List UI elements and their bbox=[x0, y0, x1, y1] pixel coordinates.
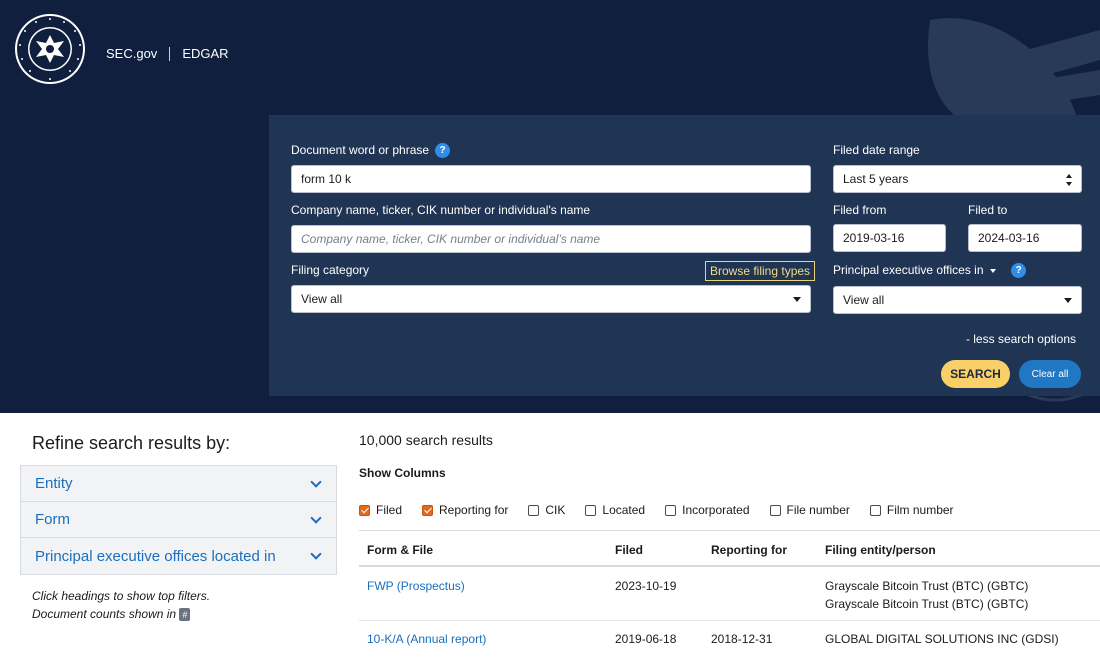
help-icon[interactable]: ? bbox=[435, 143, 451, 159]
checkbox-icon[interactable] bbox=[665, 504, 677, 516]
column-toggle-located[interactable]: Located bbox=[585, 503, 645, 517]
doc-word-input[interactable]: form 10 k bbox=[291, 165, 811, 193]
refine-title: Refine search results by: bbox=[32, 433, 231, 453]
form-file-link[interactable]: FWP (Prospectus) bbox=[367, 579, 465, 593]
results-table: Form & File Filed Reporting for Filing e… bbox=[359, 530, 1100, 661]
column-toggle-label: Filed bbox=[376, 503, 403, 517]
help-icon[interactable]: ? bbox=[1011, 263, 1027, 279]
doc-word-label: Document word or phrase? bbox=[291, 143, 451, 159]
header-entity[interactable]: Filing entity/person bbox=[825, 543, 936, 557]
edgar-link[interactable]: EDGAR bbox=[182, 46, 228, 61]
filed-from-label: Filed from bbox=[833, 203, 887, 217]
entity-name: GLOBAL DIGITAL SOLUTIONS INC (GDSI) bbox=[825, 632, 1059, 646]
browse-filing-types-button[interactable]: Browse filing types bbox=[705, 261, 816, 281]
caret-down-icon bbox=[793, 297, 801, 302]
checkbox-icon[interactable] bbox=[585, 504, 597, 516]
table-header: Form & File Filed Reporting for Filing e… bbox=[359, 530, 1100, 567]
facet-hint: Click headings to show top filters. Docu… bbox=[32, 587, 210, 623]
table-row: FWP (Prospectus) 2023-10-19 Grayscale Bi… bbox=[359, 567, 1100, 621]
column-toggle-file-number[interactable]: File number bbox=[769, 503, 850, 517]
company-label: Company name, ticker, CIK number or indi… bbox=[291, 203, 591, 217]
header-filed[interactable]: Filed bbox=[615, 543, 643, 557]
filed-date: 2023-10-19 bbox=[615, 579, 677, 593]
entity-name: Grayscale Bitcoin Trust (BTC) (GBTC) bbox=[825, 579, 1029, 593]
count-badge: # bbox=[179, 608, 191, 622]
column-toggle-film-number[interactable]: Film number bbox=[869, 503, 954, 517]
checkbox-icon[interactable] bbox=[769, 504, 781, 516]
date-range-label: Filed date range bbox=[833, 143, 920, 157]
date-range-select[interactable]: Last 5 years bbox=[833, 165, 1082, 193]
show-columns-heading: Show Columns bbox=[359, 466, 446, 480]
filing-category-select[interactable]: View all bbox=[291, 285, 811, 313]
checkbox-icon[interactable] bbox=[869, 504, 881, 516]
facet-label: Form bbox=[35, 511, 70, 528]
column-toggle-reporting-for[interactable]: Reporting for bbox=[422, 503, 508, 517]
brand-divider bbox=[169, 46, 171, 61]
hint-line-2: Document counts shown in # bbox=[32, 605, 210, 623]
chevron-down-icon bbox=[310, 548, 322, 560]
entity-name: Grayscale Bitcoin Trust (BTC) (GBTC) bbox=[825, 597, 1029, 611]
offices-label-text: Principal executive offices in bbox=[833, 263, 984, 277]
reporting-date: 2018-12-31 bbox=[711, 632, 773, 646]
offices-select[interactable]: View all bbox=[833, 286, 1082, 314]
checkbox-checked-icon[interactable] bbox=[422, 504, 434, 516]
facet-label: Entity bbox=[35, 475, 73, 492]
facet-form[interactable]: Form bbox=[21, 502, 336, 538]
form-file-link[interactable]: 10-K/A (Annual report) bbox=[367, 632, 486, 646]
chevron-down-icon bbox=[989, 268, 996, 273]
filed-to-label: Filed to bbox=[968, 203, 1008, 217]
search-panel: Document word or phrase? form 10 k Compa… bbox=[269, 115, 1100, 396]
select-updown-icon bbox=[1065, 174, 1073, 186]
doc-word-label-text: Document word or phrase bbox=[291, 143, 430, 157]
facet-label: Principal executive offices located in bbox=[35, 547, 276, 565]
brand-bar: SEC.gov EDGAR bbox=[106, 46, 229, 61]
column-toggle-filed[interactable]: Filed bbox=[359, 503, 402, 517]
column-toggle-label: Located bbox=[602, 503, 646, 517]
offices-value: View all bbox=[843, 293, 885, 307]
checkbox-icon[interactable] bbox=[528, 504, 540, 516]
chevron-down-icon bbox=[310, 512, 322, 524]
date-range-value: Last 5 years bbox=[843, 172, 909, 186]
sec-seal-logo bbox=[15, 14, 85, 84]
site-header: SEC.gov EDGAR Document word or phrase? f… bbox=[0, 0, 1100, 413]
facet-entity[interactable]: Entity bbox=[21, 466, 336, 502]
header-reporting-for[interactable]: Reporting for bbox=[711, 543, 787, 557]
filing-category-label: Filing category bbox=[291, 263, 370, 277]
checkbox-checked-icon[interactable] bbox=[359, 504, 370, 516]
column-toggle-cik[interactable]: CIK bbox=[528, 503, 565, 517]
filed-from-input[interactable]: 2019-03-16 bbox=[833, 224, 946, 252]
clear-all-button[interactable]: Clear all bbox=[1019, 360, 1081, 388]
filed-to-input[interactable]: 2024-03-16 bbox=[968, 224, 1082, 252]
hint-line-1: Click headings to show top filters. bbox=[32, 589, 211, 603]
column-toggle-label: CIK bbox=[545, 503, 566, 517]
column-toggle-label: File number bbox=[786, 503, 850, 517]
search-button[interactable]: SEARCH bbox=[941, 360, 1010, 388]
offices-label[interactable]: Principal executive offices in ? bbox=[833, 263, 1027, 279]
sec-gov-link[interactable]: SEC.gov bbox=[106, 46, 157, 61]
filing-category-value: View all bbox=[301, 292, 343, 306]
company-input[interactable]: Company name, ticker, CIK number or indi… bbox=[291, 225, 811, 253]
column-toggles: Filed Reporting for CIK Located Incorpor… bbox=[359, 503, 974, 517]
table-row: 10-K/A (Annual report) 2019-06-18 2018-1… bbox=[359, 621, 1100, 661]
chevron-down-icon bbox=[310, 476, 322, 488]
facet-offices[interactable]: Principal executive offices located in bbox=[21, 538, 336, 574]
column-toggle-label: Film number bbox=[886, 503, 954, 517]
column-toggle-incorporated[interactable]: Incorporated bbox=[665, 503, 750, 517]
column-toggle-label: Incorporated bbox=[682, 503, 750, 517]
filed-date: 2019-06-18 bbox=[615, 632, 677, 646]
results-count: 10,000 search results bbox=[359, 432, 493, 448]
facet-list: Entity Form Principal executive offices … bbox=[20, 465, 337, 575]
less-search-options-link[interactable]: - less search options bbox=[966, 332, 1076, 346]
caret-down-icon bbox=[1064, 298, 1072, 303]
hint-line-2-text: Document counts shown in bbox=[32, 607, 177, 621]
column-toggle-label: Reporting for bbox=[439, 503, 509, 517]
header-form-file[interactable]: Form & File bbox=[367, 543, 433, 557]
